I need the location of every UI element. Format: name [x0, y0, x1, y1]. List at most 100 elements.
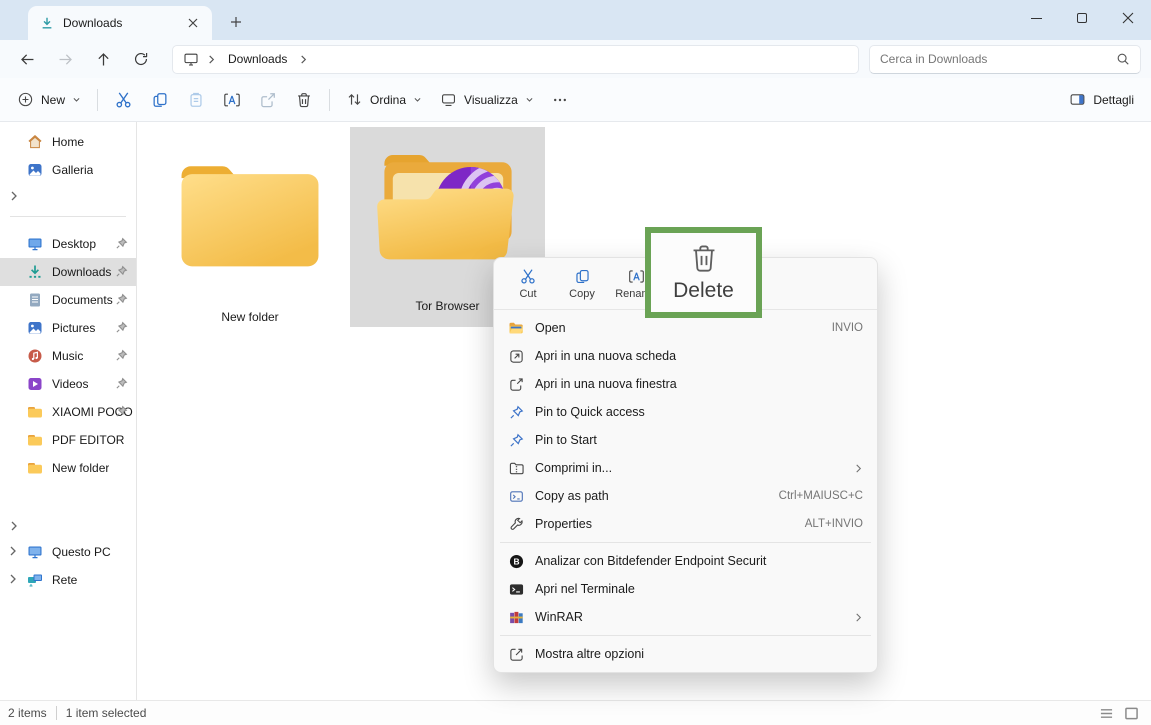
maximize-button[interactable] — [1059, 0, 1105, 36]
terminal-icon — [508, 581, 524, 597]
forward-button[interactable] — [48, 44, 82, 74]
rename-icon — [223, 91, 241, 109]
pin-icon — [508, 432, 524, 448]
menu-item-winrar[interactable]: WinRAR — [498, 603, 873, 631]
navigation-bar: Downloads — [0, 40, 1151, 78]
toolbar-separator — [97, 89, 98, 111]
desktop-icon — [27, 236, 43, 252]
pin-icon — [115, 349, 128, 362]
share-button[interactable] — [250, 83, 286, 117]
sidebar-item-downloads[interactable]: Downloads — [0, 258, 136, 286]
menu-item-open[interactable]: Open INVIO — [498, 314, 873, 342]
sidebar-item-home[interactable]: Home — [0, 128, 136, 156]
copy-button[interactable] — [142, 83, 178, 117]
menu-item-show-more-options[interactable]: Mostra altre opzioni — [498, 640, 873, 668]
back-button[interactable] — [10, 44, 44, 74]
breadcrumb-chevron-icon — [299, 55, 308, 64]
gallery-icon — [27, 162, 43, 178]
sidebar-separator — [10, 216, 126, 217]
details-button-label: Dettagli — [1093, 93, 1134, 107]
menu-item-compress[interactable]: Comprimi in... — [498, 454, 873, 482]
toolbar-separator — [329, 89, 330, 111]
menu-item-copy-as-path[interactable]: Copy as path Ctrl+MAIUSC+C — [498, 482, 873, 510]
menu-item-bitdefender-scan[interactable]: B Analizar con Bitdefender Endpoint Secu… — [498, 547, 873, 575]
delete-highlight-annotation[interactable]: Delete — [645, 227, 762, 318]
search-box[interactable] — [869, 45, 1141, 74]
submenu-chevron-icon — [854, 613, 863, 622]
tab-title: Downloads — [63, 16, 175, 30]
folder-closed-icon — [171, 150, 329, 280]
menu-item-open-new-tab[interactable]: Apri in una nuova scheda — [498, 342, 873, 370]
sidebar-item-pictures[interactable]: Pictures — [0, 314, 136, 342]
up-button[interactable] — [86, 44, 120, 74]
videos-icon — [27, 376, 43, 392]
tab-close-icon[interactable] — [184, 14, 202, 32]
refresh-button[interactable] — [124, 44, 158, 74]
menu-item-pin-quick-access[interactable]: Pin to Quick access — [498, 398, 873, 426]
menu-item-open-terminal[interactable]: Apri nel Terminale — [498, 575, 873, 603]
sidebar-item-questo-pc[interactable]: Questo PC — [0, 538, 136, 566]
chevron-down-icon — [72, 95, 81, 104]
sidebar-item-music[interactable]: Music — [0, 342, 136, 370]
command-toolbar: New — [0, 78, 1151, 122]
new-button[interactable]: New — [8, 83, 90, 117]
details-pane-button[interactable]: Dettagli — [1060, 83, 1143, 117]
breadcrumb-downloads[interactable]: Downloads — [224, 50, 291, 68]
pin-icon — [508, 404, 524, 420]
chevron-down-icon — [413, 95, 422, 104]
sidebar-item-xiaomi-poco[interactable]: XIAOMI POCO F — [0, 398, 136, 426]
chevron-right-icon[interactable] — [8, 546, 18, 556]
sidebar-item-desktop[interactable]: Desktop — [0, 230, 136, 258]
breadcrumb-chevron-icon — [207, 55, 216, 64]
sort-button[interactable]: Ordina — [337, 83, 431, 117]
paste-button[interactable] — [178, 83, 214, 117]
context-cut-button[interactable]: Cut — [502, 261, 554, 307]
pin-icon — [115, 377, 128, 390]
status-bar: 2 items 1 item selected — [0, 700, 1151, 725]
file-name: Tor Browser — [415, 299, 479, 313]
menu-item-properties[interactable]: Properties ALT+INVIO — [498, 510, 873, 538]
new-tab-button[interactable] — [222, 8, 250, 36]
sidebar-item-rete[interactable]: Rete — [0, 566, 136, 594]
context-menu-separator — [500, 635, 871, 636]
search-icon — [1116, 52, 1130, 66]
menu-item-open-new-window[interactable]: Apri in una nuova finestra — [498, 370, 873, 398]
delete-button[interactable] — [286, 83, 322, 117]
menu-item-pin-to-start[interactable]: Pin to Start — [498, 426, 873, 454]
sidebar-item-new-folder[interactable]: New folder — [0, 454, 136, 482]
chevron-right-icon[interactable] — [8, 574, 18, 584]
pin-icon — [115, 265, 128, 278]
file-tile-new-folder[interactable]: New folder — [162, 136, 338, 336]
more-options-button[interactable] — [543, 83, 577, 117]
context-menu: Cut Copy Re — [493, 257, 878, 673]
share-icon — [259, 91, 277, 109]
large-icons-view-toggle-icon[interactable] — [1124, 707, 1139, 720]
items-count: 2 items — [8, 706, 47, 720]
minimize-button[interactable] — [1013, 0, 1059, 36]
sidebar-item-galleria[interactable]: Galleria — [0, 156, 136, 184]
file-name: New folder — [221, 310, 278, 324]
sidebar-item-videos[interactable]: Videos — [0, 370, 136, 398]
bitdefender-icon: B — [508, 553, 524, 569]
context-copy-button[interactable]: Copy — [556, 261, 608, 307]
copy-path-icon — [508, 488, 524, 504]
documents-icon — [27, 292, 43, 308]
close-button[interactable] — [1105, 0, 1151, 36]
tab-downloads[interactable]: Downloads — [28, 6, 212, 40]
plus-circle-icon — [17, 91, 34, 108]
view-button[interactable]: Visualizza — [431, 83, 543, 117]
sidebar-item-documents[interactable]: Documents — [0, 286, 136, 314]
folder-icon — [27, 460, 43, 476]
pictures-icon — [27, 320, 43, 336]
search-input[interactable] — [880, 52, 1116, 66]
window-controls — [1013, 0, 1151, 36]
open-folder-icon — [508, 320, 524, 336]
rename-button[interactable] — [214, 83, 250, 117]
address-bar[interactable]: Downloads — [172, 45, 859, 74]
details-view-toggle-icon[interactable] — [1099, 707, 1114, 720]
cut-button[interactable] — [105, 83, 142, 117]
tree-expander[interactable] — [0, 184, 136, 208]
wrench-icon — [508, 516, 524, 532]
sidebar-item-pdf-editor[interactable]: PDF EDITOR — [0, 426, 136, 454]
tree-expander[interactable] — [0, 514, 136, 538]
